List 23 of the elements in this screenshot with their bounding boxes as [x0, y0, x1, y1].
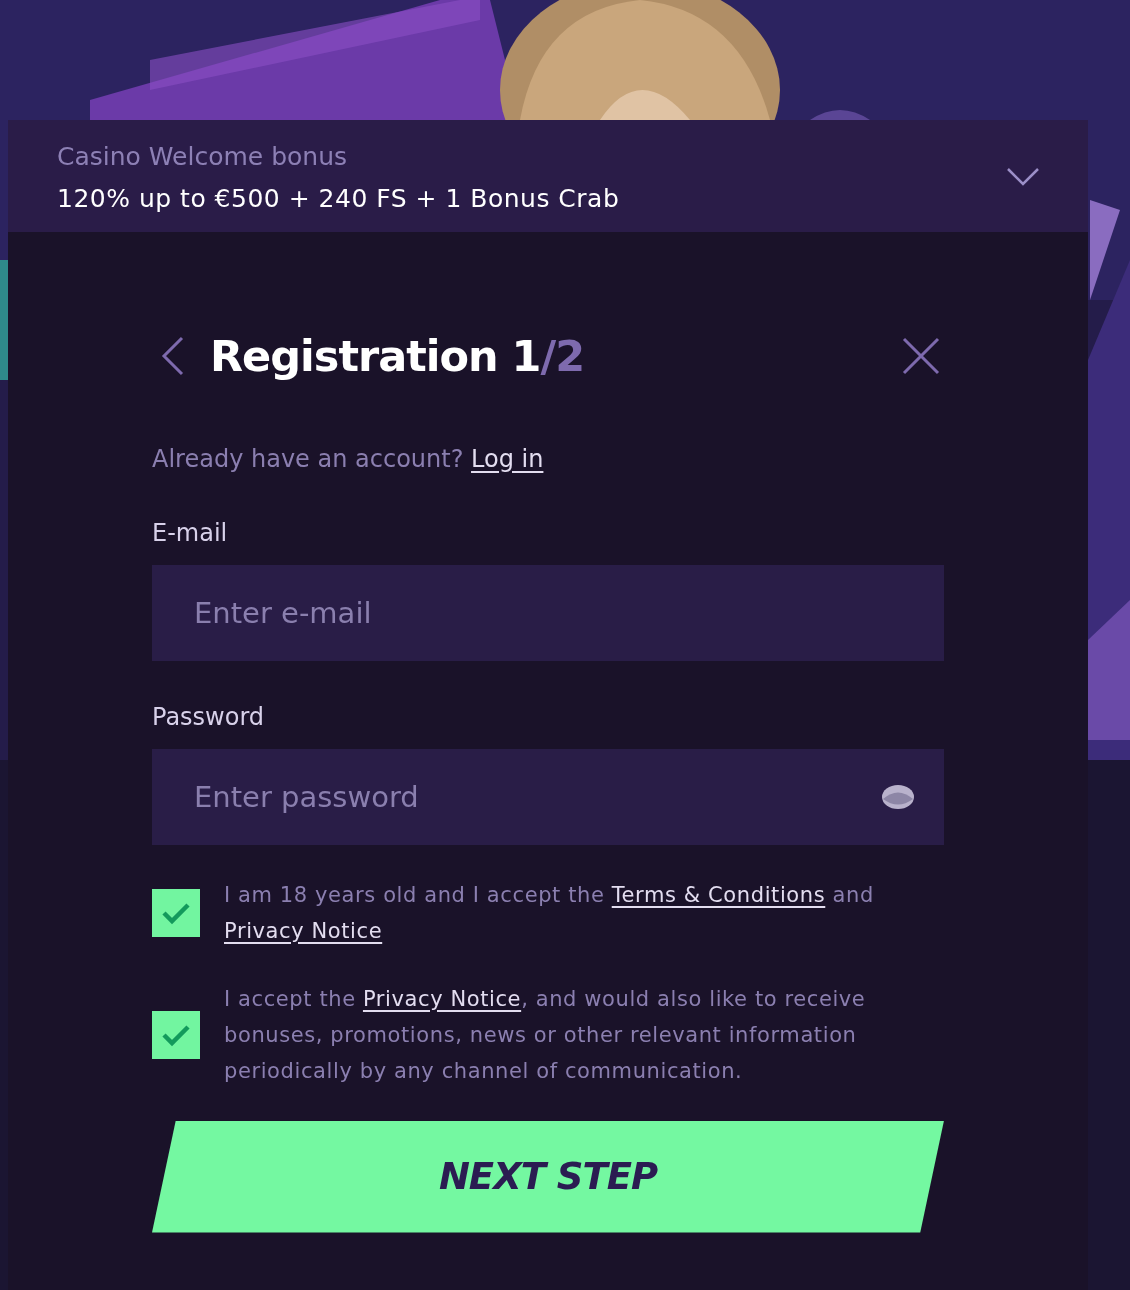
checkbox[interactable]: [152, 1010, 200, 1059]
field-label: E-mail: [152, 517, 229, 549]
close-icon[interactable]: [902, 337, 940, 376]
bonus-panel[interactable]: Casino Welcome bonus 120% up to €500 + 240 FS + 1 Bonus Crab: [8, 120, 1088, 232]
email-field[interactable]: Enter e-mail: [152, 564, 944, 661]
check-icon: [161, 1022, 191, 1047]
next-step-button[interactable]: NEXT STEP: [152, 1120, 944, 1233]
back-icon[interactable]: [160, 336, 186, 377]
login-link[interactable]: Log in: [471, 444, 544, 473]
login-prompt: Already have an account?: [152, 444, 464, 473]
registration-title: Registration 1/2: [210, 330, 585, 383]
field-label: Password: [152, 701, 266, 733]
consent-link[interactable]: Privacy Notice: [224, 918, 383, 943]
consent-link[interactable]: Privacy Notice: [362, 986, 522, 1011]
check-icon: [161, 900, 191, 925]
checkbox[interactable]: [152, 888, 200, 937]
eye-icon[interactable]: [882, 783, 914, 810]
consent-text: I am 18 years old and I accept the Terms & Conditions and Privacy Notice: [224, 881, 875, 945]
bonus-label: Casino Welcome bonus: [57, 141, 348, 173]
password-field[interactable]: Enter password: [152, 748, 944, 845]
bonus-offer: 120% up to €500 + 240 FS + 1 Bonus Crab: [57, 182, 620, 215]
consent-link[interactable]: Terms & Conditions: [611, 882, 826, 907]
consent-text: I accept the Privacy Notice, and would also like to receive bonuses, promotions, news or other relevant information periodically by any channel of communication.: [224, 985, 867, 1085]
